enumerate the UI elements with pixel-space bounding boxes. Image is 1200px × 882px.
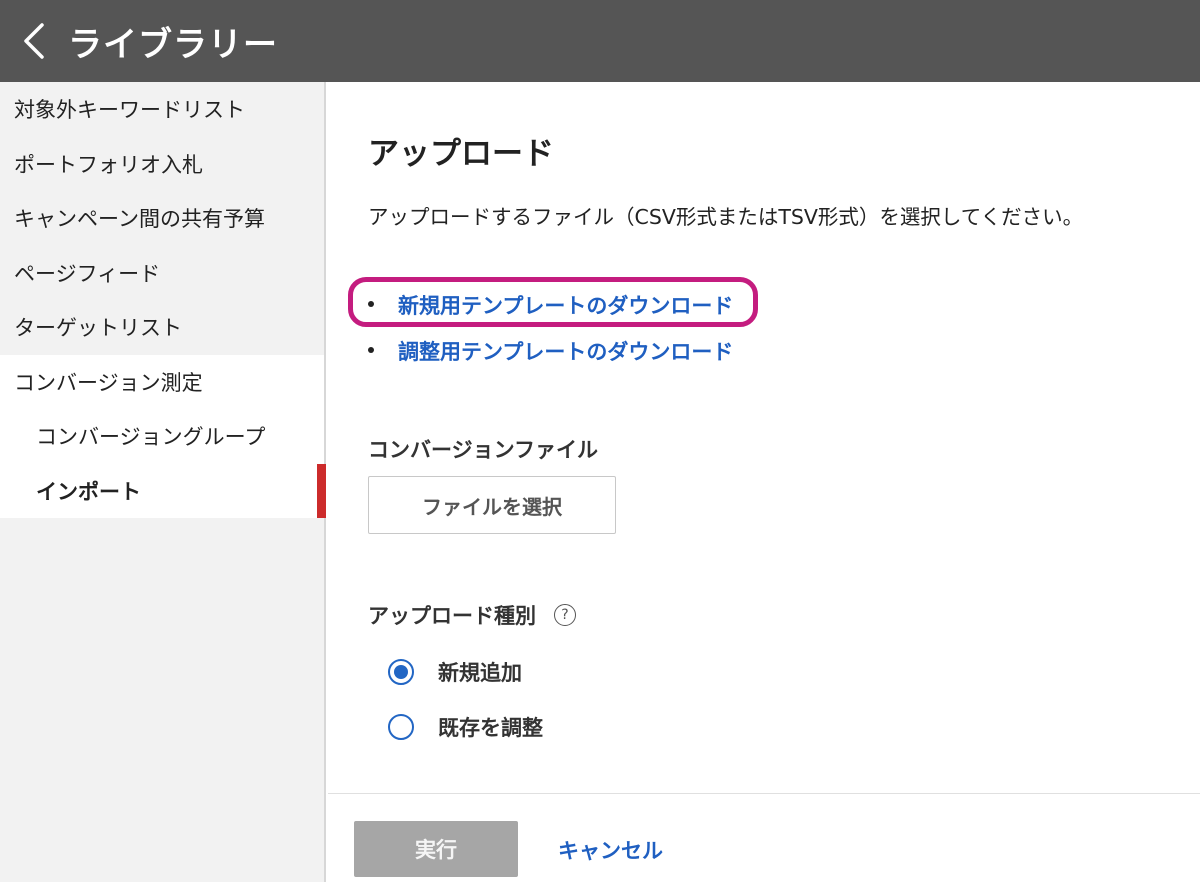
new-template-download-link[interactable]: 新規用テンプレートのダウンロード <box>398 290 733 320</box>
page-header-title: ライブラリー <box>68 24 278 65</box>
list-item: 調整用テンプレートのダウンロード <box>368 328 733 374</box>
radio-option-adjust[interactable]: 既存を調整 <box>388 699 543 754</box>
page-title: アップロード <box>368 136 554 172</box>
cancel-link[interactable]: キャンセル <box>558 835 663 865</box>
sidebar: 対象外キーワードリスト ポートフォリオ入札 キャンペーン間の共有予算 ページフィ… <box>0 82 326 882</box>
radio-selected-icon[interactable] <box>388 658 414 685</box>
upload-description: アップロードするファイル（CSV形式またはTSV形式）を選択してください。 <box>368 205 1084 229</box>
conversion-file-label: コンバージョンファイル <box>368 438 598 462</box>
radio-label-adjust: 既存を調整 <box>438 715 543 740</box>
app-header: ライブラリー <box>0 0 1200 82</box>
upload-type-radio-group: 新規追加 既存を調整 <box>388 644 543 754</box>
radio-unselected-icon[interactable] <box>388 713 414 740</box>
upload-type-heading: アップロード種別 ? <box>368 600 576 630</box>
main-content: アップロード アップロードするファイル（CSV形式またはTSV形式）を選択してく… <box>328 82 1200 882</box>
help-icon[interactable]: ? <box>554 604 576 626</box>
sidebar-item-conversion-group[interactable]: コンバージョングループ <box>0 409 324 464</box>
sidebar-item-target-list[interactable]: ターゲットリスト <box>0 300 324 355</box>
radio-label-new: 新規追加 <box>438 660 522 685</box>
sidebar-item-import[interactable]: インポート <box>0 463 326 518</box>
run-button[interactable]: 実行 <box>354 821 518 877</box>
sidebar-item-page-feed[interactable]: ページフィード <box>0 246 324 301</box>
choose-file-button[interactable]: ファイルを選択 <box>368 476 616 534</box>
sidebar-item-portfolio-bidding[interactable]: ポートフォリオ入札 <box>0 137 324 192</box>
adjust-template-download-link[interactable]: 調整用テンプレートのダウンロード <box>398 336 733 366</box>
bullet-icon <box>368 301 374 307</box>
action-footer: 実行 キャンセル <box>328 793 1200 882</box>
list-item: 新規用テンプレートのダウンロード <box>348 277 758 328</box>
sidebar-item-shared-budget[interactable]: キャンペーン間の共有予算 <box>0 191 324 246</box>
sidebar-item-conversion-tracking[interactable]: コンバージョン測定 <box>0 354 324 409</box>
radio-option-new[interactable]: 新規追加 <box>388 644 543 699</box>
template-links: 新規用テンプレートのダウンロード 調整用テンプレートのダウンロード <box>348 277 758 374</box>
upload-type-label: アップロード種別 <box>368 604 536 628</box>
sidebar-item-negative-keyword-list[interactable]: 対象外キーワードリスト <box>0 82 324 137</box>
chevron-left-icon[interactable] <box>4 0 64 82</box>
bullet-icon <box>368 347 374 353</box>
